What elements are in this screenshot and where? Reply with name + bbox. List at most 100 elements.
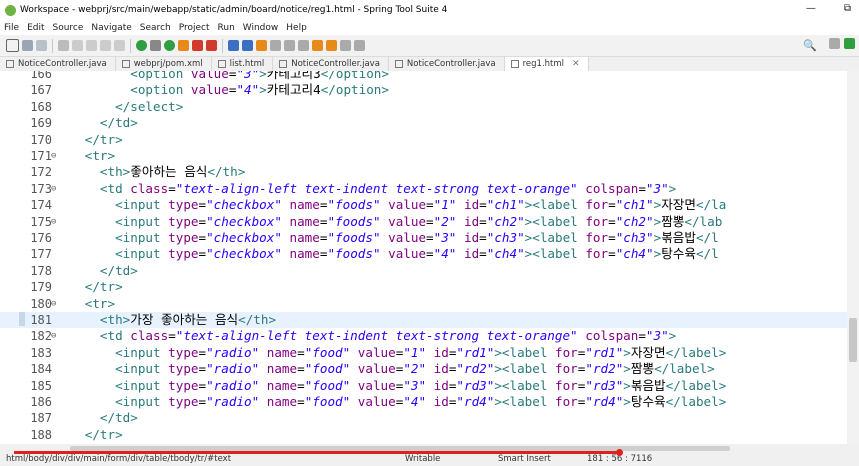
code-line[interactable]: 185 <input type="radio" name="food" valu… <box>0 378 847 394</box>
back-icon[interactable] <box>312 40 323 51</box>
code-editor[interactable]: 166 <option value="3">카테고리3</option> 167 … <box>0 71 847 444</box>
code-line[interactable]: 187 </td> <box>0 410 847 426</box>
video-progress-bar[interactable] <box>14 451 617 454</box>
quick-access-search-icon[interactable]: 🔍 <box>803 39 817 52</box>
run-icon[interactable] <box>164 40 175 51</box>
code-line[interactable]: 173 ⊖ <td class="text-align-left text-ind… <box>0 181 847 197</box>
close-icon[interactable]: ✕ <box>572 59 580 69</box>
new-icon[interactable] <box>6 39 19 52</box>
next-annotation-icon[interactable] <box>298 40 309 51</box>
code-line[interactable]: 174 <input type="checkbox" name="foods" … <box>0 197 847 213</box>
code-token: = <box>608 230 616 245</box>
editor-tab[interactable]: NoticeController.java <box>0 57 116 71</box>
save-all-icon[interactable] <box>36 40 47 51</box>
menu-help[interactable]: Help <box>282 23 311 33</box>
vertical-scrollbar[interactable] <box>847 71 859 444</box>
code-line[interactable]: 170 </tr> <box>0 132 847 148</box>
editor-tab[interactable]: list.html <box>212 57 274 71</box>
editor-tab[interactable]: NoticeController.java <box>389 57 505 71</box>
code-text: <tr> <box>62 148 115 164</box>
editor-tab[interactable]: NoticeController.java <box>273 57 389 71</box>
video-progress-handle[interactable] <box>616 449 623 456</box>
code-token: </tr> <box>84 131 123 147</box>
code-line[interactable]: 179 </tr> <box>0 279 847 295</box>
code-line[interactable]: 177 <input type="checkbox" name="foods" … <box>0 246 847 262</box>
code-line[interactable]: 186 <input type="radio" name="food" valu… <box>0 394 847 410</box>
menu-navigate[interactable]: Navigate <box>87 23 135 33</box>
fold-toggle-icon[interactable]: ⊖ <box>51 214 56 230</box>
terminate-icon[interactable] <box>114 40 125 51</box>
code-token: = <box>297 344 305 360</box>
code-token: type <box>168 377 199 393</box>
suspend-icon[interactable] <box>100 40 111 51</box>
fold-toggle-icon[interactable]: ⊖ <box>51 148 56 164</box>
code-line[interactable]: 182 ⊖ <td class="text-align-left text-ind… <box>0 328 847 344</box>
code-line[interactable]: 184 <input type="radio" name="food" valu… <box>0 361 847 377</box>
code-token: </select> <box>115 98 184 114</box>
new-package-icon[interactable] <box>242 40 253 51</box>
new-java-project-icon[interactable] <box>228 40 239 51</box>
code-text: <td class="text-align-left text-indent t… <box>62 328 676 344</box>
code-token: "ch4" <box>615 246 654 262</box>
save-icon[interactable] <box>22 40 33 51</box>
minimize-icon[interactable]: — <box>806 3 816 14</box>
resume-icon[interactable] <box>86 40 97 51</box>
editor-tab[interactable]: webprj/pom.xml <box>116 57 212 71</box>
annotation-icon[interactable] <box>284 40 295 51</box>
navigate-icon[interactable] <box>354 40 365 51</box>
menu-source[interactable]: Source <box>49 23 88 33</box>
code-line[interactable]: 188 </tr> <box>0 427 847 443</box>
code-line[interactable]: 167 <option value="4">카테고리4</option> <box>0 82 847 98</box>
gear-icon[interactable] <box>150 40 161 51</box>
search-icon[interactable] <box>270 40 281 51</box>
boot-dashboard-icon[interactable] <box>136 40 147 51</box>
editor-tab[interactable]: reg1.html ✕ <box>504 57 589 71</box>
title-bar: Workspace - webprj/src/main/webapp/stati… <box>0 0 859 20</box>
code-line[interactable]: 169 </td> <box>0 115 847 131</box>
forward-icon[interactable] <box>326 40 337 51</box>
fold-toggle-icon[interactable]: ⊖ <box>51 296 56 312</box>
code-line[interactable]: 166 <option value="3">카테고리3</option> <box>0 71 847 82</box>
stop-icon[interactable] <box>192 40 203 51</box>
external-tools-icon[interactable] <box>206 40 217 51</box>
code-token: = <box>198 230 207 245</box>
last-edit-icon[interactable] <box>340 40 351 51</box>
restore-icon[interactable]: ⧉ <box>844 3 851 14</box>
menu-project[interactable]: Project <box>175 23 214 33</box>
menu-run[interactable]: Run <box>214 23 239 33</box>
editor-tab-label: list.html <box>229 59 265 69</box>
code-line[interactable]: 180 ⊖ <tr> <box>0 296 847 312</box>
code-line[interactable]: 175 ⊖ <input type="checkbox" name="foods"… <box>0 214 847 230</box>
code-line[interactable]: 178 </td> <box>0 263 847 279</box>
code-token: </tr> <box>84 426 123 442</box>
code-token: for <box>555 377 578 393</box>
menu-search[interactable]: Search <box>136 23 175 33</box>
code-line[interactable]: 176 <input type="checkbox" name="foods" … <box>0 230 847 246</box>
code-token: "ch1" <box>486 197 525 213</box>
step-icon[interactable] <box>72 40 83 51</box>
menu-window[interactable]: Window <box>239 23 283 33</box>
menu-edit[interactable]: Edit <box>23 23 48 33</box>
code-line[interactable]: 168 </select> <box>0 99 847 115</box>
open-perspective-icon[interactable] <box>829 38 840 49</box>
code-line[interactable]: 183 <input type="radio" name="food" valu… <box>0 345 847 361</box>
menu-file[interactable]: File <box>0 23 23 33</box>
code-line[interactable]: 172 <th>좋아하는 음식</th> <box>0 164 847 180</box>
code-text: <option value="3">카테고리3</option> <box>62 71 389 82</box>
debug-icon[interactable] <box>178 40 189 51</box>
fold-toggle-icon[interactable]: ⊖ <box>51 181 56 197</box>
code-token: </l <box>695 246 719 262</box>
code-line[interactable]: 171 ⊖ <tr> <box>0 148 847 164</box>
print-icon[interactable] <box>58 40 69 51</box>
fold-toggle-icon[interactable]: ⊖ <box>51 328 56 344</box>
code-token: <input <box>115 377 169 393</box>
open-type-icon[interactable] <box>256 40 267 51</box>
spring-perspective-icon[interactable] <box>844 38 855 49</box>
code-token: <input <box>115 246 169 262</box>
code-line[interactable]: 181 <th>가장 좋아하는 음식</th> <box>0 312 847 329</box>
vertical-scrollbar-thumb[interactable] <box>849 318 857 362</box>
